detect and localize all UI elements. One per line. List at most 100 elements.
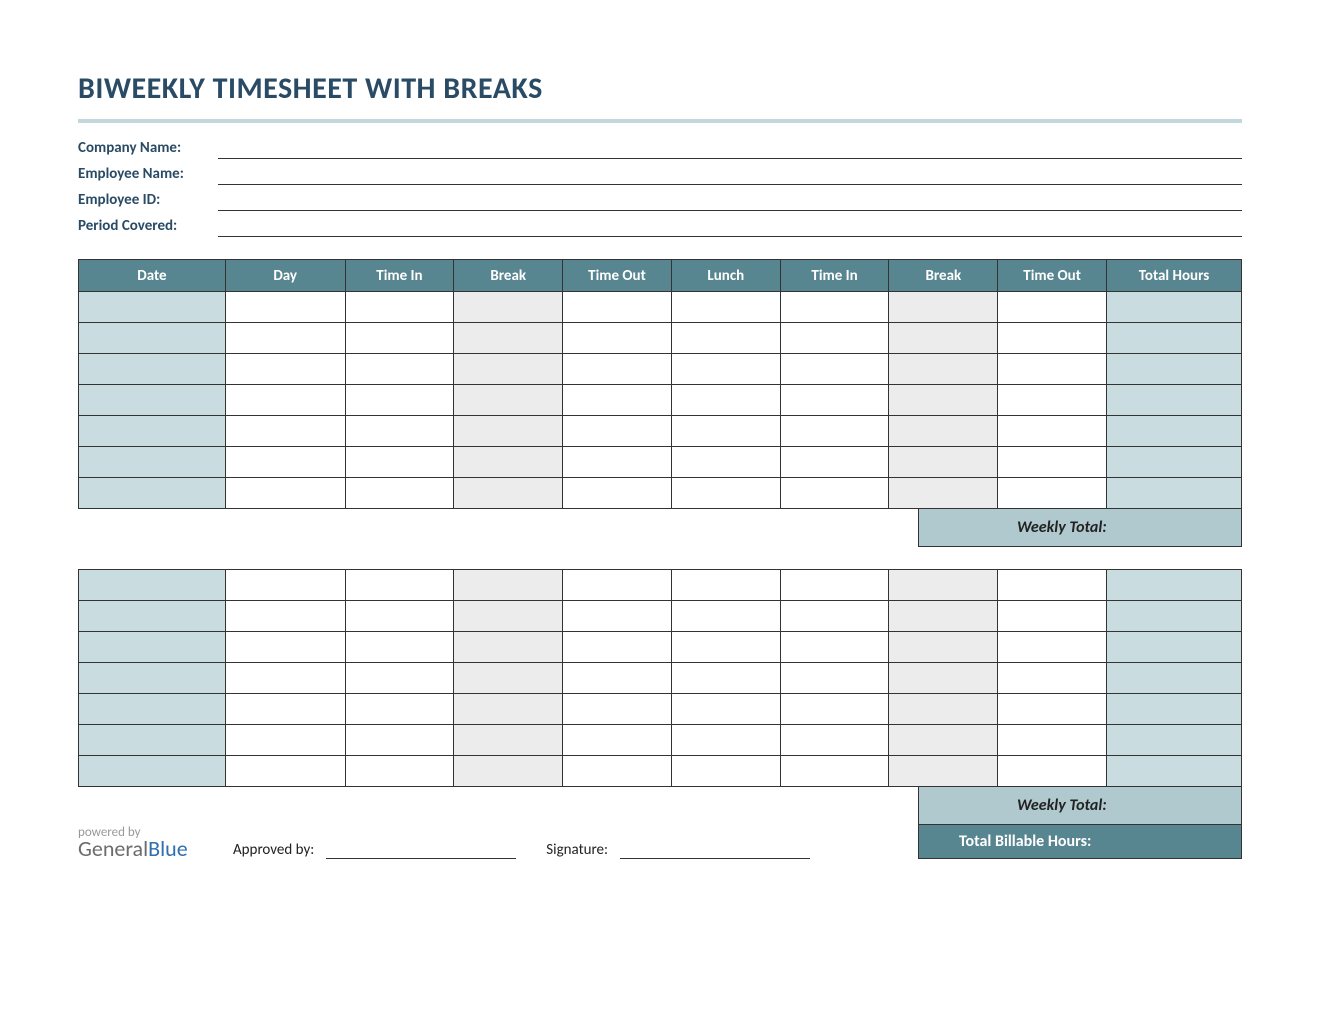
cell[interactable] [780,570,889,601]
cell[interactable] [454,725,563,756]
cell[interactable] [454,385,563,416]
cell[interactable] [780,632,889,663]
cell[interactable] [889,632,998,663]
cell[interactable] [563,694,672,725]
cell[interactable] [225,323,345,354]
cell[interactable] [454,663,563,694]
cell[interactable] [79,632,226,663]
cell[interactable] [889,354,998,385]
cell[interactable] [671,663,780,694]
cell[interactable] [79,725,226,756]
cell[interactable] [563,416,672,447]
cell[interactable] [998,292,1107,323]
cell[interactable] [345,385,454,416]
cell[interactable] [998,694,1107,725]
cell[interactable] [1107,447,1242,478]
cell[interactable] [671,385,780,416]
cell[interactable] [563,632,672,663]
period-input[interactable] [218,215,1242,237]
cell[interactable] [780,385,889,416]
cell[interactable] [998,632,1107,663]
cell[interactable] [225,601,345,632]
cell[interactable] [780,447,889,478]
cell[interactable] [780,416,889,447]
cell[interactable] [671,694,780,725]
cell[interactable] [563,663,672,694]
cell[interactable] [1107,354,1242,385]
cell[interactable] [563,725,672,756]
employee-id-input[interactable] [218,189,1242,211]
cell[interactable] [780,354,889,385]
cell[interactable] [780,323,889,354]
cell[interactable] [671,570,780,601]
cell[interactable] [345,292,454,323]
cell[interactable] [671,632,780,663]
cell[interactable] [79,694,226,725]
cell[interactable] [1107,323,1242,354]
cell[interactable] [671,323,780,354]
cell[interactable] [225,478,345,509]
cell[interactable] [1107,663,1242,694]
cell[interactable] [889,725,998,756]
cell[interactable] [225,725,345,756]
cell[interactable] [454,694,563,725]
cell[interactable] [780,756,889,787]
cell[interactable] [1107,756,1242,787]
cell[interactable] [889,385,998,416]
cell[interactable] [780,292,889,323]
cell[interactable] [225,447,345,478]
employee-input[interactable] [218,163,1242,185]
cell[interactable] [563,354,672,385]
cell[interactable] [889,663,998,694]
cell[interactable] [780,601,889,632]
cell[interactable] [454,570,563,601]
cell[interactable] [889,570,998,601]
cell[interactable] [454,292,563,323]
cell[interactable] [998,354,1107,385]
cell[interactable] [998,756,1107,787]
cell[interactable] [454,323,563,354]
cell[interactable] [345,570,454,601]
cell[interactable] [889,694,998,725]
cell[interactable] [998,601,1107,632]
cell[interactable] [998,416,1107,447]
cell[interactable] [563,756,672,787]
cell[interactable] [454,354,563,385]
cell[interactable] [225,663,345,694]
cell[interactable] [998,447,1107,478]
cell[interactable] [998,725,1107,756]
cell[interactable] [1107,632,1242,663]
cell[interactable] [889,447,998,478]
cell[interactable] [225,694,345,725]
cell[interactable] [889,292,998,323]
cell[interactable] [998,323,1107,354]
cell[interactable] [563,292,672,323]
cell[interactable] [345,632,454,663]
approved-by-input[interactable] [326,839,516,859]
cell[interactable] [671,478,780,509]
cell[interactable] [780,725,889,756]
cell[interactable] [225,416,345,447]
cell[interactable] [1107,385,1242,416]
cell[interactable] [79,447,226,478]
cell[interactable] [563,570,672,601]
cell[interactable] [79,663,226,694]
cell[interactable] [345,447,454,478]
cell[interactable] [1107,725,1242,756]
cell[interactable] [79,323,226,354]
cell[interactable] [79,354,226,385]
cell[interactable] [563,385,672,416]
cell[interactable] [345,478,454,509]
cell[interactable] [1107,601,1242,632]
cell[interactable] [998,478,1107,509]
cell[interactable] [563,478,672,509]
cell[interactable] [345,416,454,447]
cell[interactable] [671,292,780,323]
cell[interactable] [225,354,345,385]
cell[interactable] [79,601,226,632]
cell[interactable] [1107,478,1242,509]
cell[interactable] [889,478,998,509]
cell[interactable] [345,725,454,756]
cell[interactable] [345,756,454,787]
cell[interactable] [563,323,672,354]
